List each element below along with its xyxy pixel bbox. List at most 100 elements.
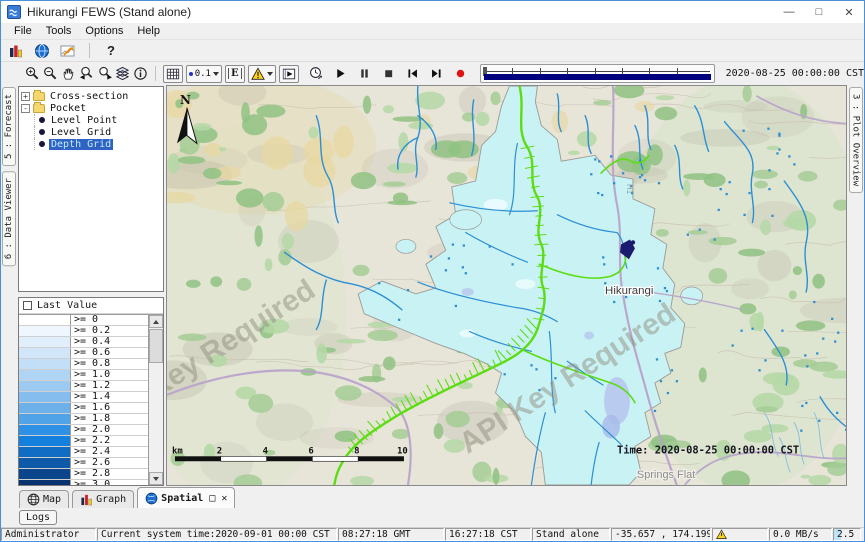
- logs-row: Logs: [1, 508, 864, 527]
- chevron-down-icon: [267, 72, 273, 76]
- svg-text:10: 10: [397, 446, 408, 456]
- status-cell: 16:27:18 CST: [445, 528, 531, 541]
- status-cell: -35.657 , 174.199: [611, 528, 711, 541]
- leaf-bullet-icon: [39, 141, 45, 147]
- tab-close-icon[interactable]: ✕: [221, 493, 227, 504]
- legend-color-swatch: [19, 359, 71, 369]
- skip-to-end-button[interactable]: [430, 65, 443, 83]
- animation-timer-icon[interactable]: [308, 65, 323, 83]
- scrollbar-thumb[interactable]: [149, 329, 163, 363]
- tree-expander[interactable]: -: [21, 104, 30, 113]
- tree-item-cross-section[interactable]: + Cross-section: [19, 90, 163, 102]
- tree-expander[interactable]: +: [21, 92, 30, 101]
- tab-forecast[interactable]: 5 : Forecast: [2, 87, 16, 166]
- maximize-button[interactable]: □: [804, 1, 834, 23]
- warning-layer-dropdown[interactable]: [248, 65, 276, 83]
- left-tab-strip: 5 : Forecast 6 : Data Viewer: [1, 85, 17, 486]
- spatial-display-icon[interactable]: [59, 43, 77, 59]
- explorer-chart-icon[interactable]: [7, 43, 25, 59]
- map-toolbar: 0.1 E: [1, 61, 864, 85]
- globe-icon[interactable]: [33, 43, 51, 59]
- legend-color-swatch: [19, 480, 71, 485]
- minimize-button[interactable]: —: [774, 1, 804, 23]
- legend-panel: Last Value >= 0>= 0.2>= 0.4>= 0.6>= 0.8>…: [18, 297, 164, 486]
- legend-color-swatch: [19, 469, 71, 479]
- legend-e-label: E: [228, 68, 242, 79]
- legend-class-label: >= 2.6: [71, 458, 148, 468]
- legend-color-swatch: [19, 403, 71, 413]
- tree-item-depth-grid[interactable]: Depth Grid: [19, 138, 163, 150]
- zoom-out-icon[interactable]: [43, 65, 58, 83]
- window-title: Hikurangi FEWS (Stand alone): [27, 5, 191, 19]
- town-label: Hikurangi: [605, 285, 653, 297]
- legend-class-label: >= 1.8: [71, 414, 148, 424]
- folder-icon: [33, 92, 45, 101]
- time-slider-range-bar: [484, 74, 711, 80]
- pan-hand-icon[interactable]: [61, 65, 76, 83]
- record-button[interactable]: [454, 65, 467, 83]
- application-window: Hikurangi FEWS (Stand alone) — □ ✕ FileT…: [0, 0, 865, 542]
- globe-icon: [145, 492, 158, 505]
- map-viewport[interactable]: API Key Required API Key Required N km 2…: [166, 85, 847, 486]
- help-button[interactable]: ?: [102, 43, 120, 59]
- data-viewer-sidebar: + Cross-section - PocketLevel PointLevel Gr…: [17, 85, 166, 486]
- close-button[interactable]: ✕: [834, 1, 864, 23]
- status-cell: Current system time:2020-09-01 00:00 CST: [97, 528, 337, 541]
- stop-button[interactable]: [382, 65, 395, 83]
- tree-item-label: Pocket: [48, 103, 88, 114]
- zoom-in-icon[interactable]: [25, 65, 40, 83]
- tab-spatial[interactable]: Spatial □ ✕: [137, 487, 235, 508]
- current-time-label: 2020-08-25 00:00:00 CST: [726, 68, 864, 79]
- tab-map[interactable]: Map: [19, 490, 69, 508]
- menu-item-file[interactable]: File: [7, 25, 39, 37]
- classbreaks-dropdown[interactable]: 0.1: [186, 65, 222, 83]
- grid-display-button[interactable]: [163, 65, 183, 83]
- play-button[interactable]: [334, 65, 347, 83]
- time-slider[interactable]: [480, 64, 715, 83]
- scroll-up-button[interactable]: [149, 315, 163, 328]
- tree-item-pocket[interactable]: - Pocket: [19, 102, 163, 114]
- last-value-checkbox[interactable]: [23, 301, 32, 310]
- pause-button[interactable]: [358, 65, 371, 83]
- zoom-previous-icon[interactable]: [79, 65, 94, 83]
- svg-text:6: 6: [308, 446, 313, 456]
- warning-icon: [251, 67, 265, 81]
- tab-plot-overview[interactable]: 3 : Plot Overview: [849, 87, 863, 193]
- tree-item-level-point[interactable]: Level Point: [19, 114, 163, 126]
- last-value-label: Last Value: [37, 300, 97, 311]
- legend-class-label: >= 0: [71, 315, 148, 325]
- map-canvas[interactable]: API Key Required API Key Required N km 2…: [167, 86, 846, 485]
- legend-class-label: >= 2.2: [71, 436, 148, 446]
- legend-color-swatch: [19, 392, 71, 402]
- legend-color-swatch: [19, 348, 71, 358]
- legend-color-swatch: [19, 436, 71, 446]
- animation-movie-button[interactable]: [279, 65, 299, 83]
- legend-scrollbar[interactable]: [148, 315, 163, 485]
- bar-chart-icon: [80, 493, 93, 506]
- tab-graph[interactable]: Graph: [72, 490, 134, 508]
- skip-to-start-button[interactable]: [406, 65, 419, 83]
- classbreak-value: 0.1: [195, 69, 211, 79]
- tab-maximize-icon[interactable]: □: [209, 493, 215, 504]
- legend-class-label: >= 1.0: [71, 370, 148, 380]
- info-icon[interactable]: [133, 65, 148, 83]
- legend-class-label: >= 0.8: [71, 359, 148, 369]
- scroll-down-button[interactable]: [149, 472, 163, 485]
- logs-button[interactable]: Logs: [19, 510, 57, 525]
- tree-item-level-grid[interactable]: Level Grid: [19, 126, 163, 138]
- menu-item-options[interactable]: Options: [78, 25, 130, 37]
- menu-item-tools[interactable]: Tools: [39, 25, 79, 37]
- road-label: H1: [625, 184, 634, 195]
- leaf-bullet-icon: [39, 117, 45, 123]
- legend-color-swatch: [19, 381, 71, 391]
- legend-toggle-button[interactable]: E: [225, 65, 245, 83]
- layers-icon[interactable]: [115, 65, 130, 83]
- zoom-next-icon[interactable]: [97, 65, 112, 83]
- right-tab-strip: 3 : Plot Overview: [847, 85, 864, 486]
- tab-data-viewer[interactable]: 6 : Data Viewer: [2, 171, 16, 266]
- tree-item-label: Cross-section: [48, 91, 130, 102]
- warning-icon: [716, 529, 727, 540]
- menu-item-help[interactable]: Help: [130, 25, 167, 37]
- filter-tree[interactable]: + Cross-section - PocketLevel PointLevel Gr…: [18, 86, 164, 292]
- toolbar-separator: [155, 66, 156, 81]
